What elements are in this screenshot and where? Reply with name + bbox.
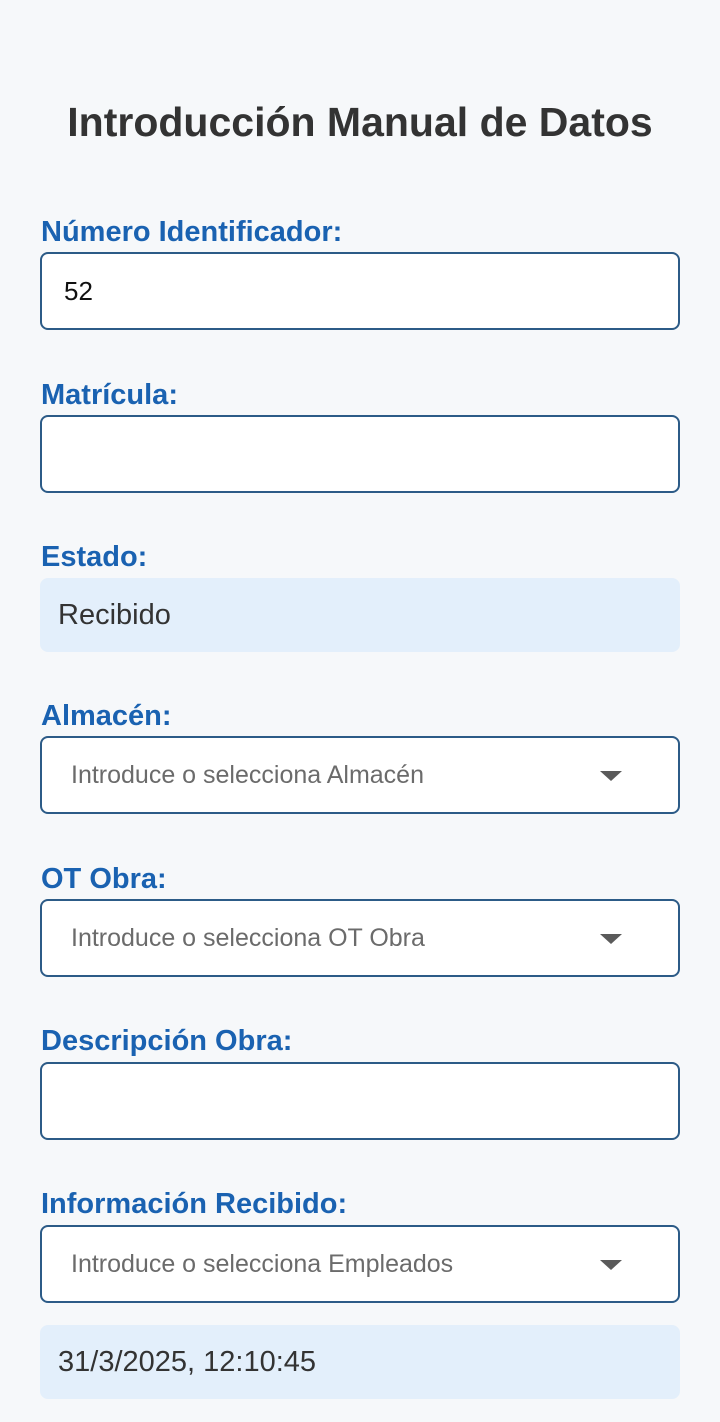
matricula-label: Matrícula: (41, 379, 178, 411)
caret-down-icon[interactable] (600, 1260, 622, 1270)
ot-obra-placeholder: Introduce o selecciona OT Obra (71, 923, 425, 952)
caret-down-icon[interactable] (600, 771, 622, 781)
estado-value: Recibido (40, 578, 680, 652)
ot-obra-label: OT Obra: (41, 863, 167, 895)
descripcion-obra-input[interactable] (40, 1062, 680, 1140)
numero-identificador-label: Número Identificador: (41, 216, 343, 248)
descripcion-obra-label: Descripción Obra: (41, 1025, 293, 1057)
almacen-combobox[interactable]: Introduce o selecciona Almacén (40, 736, 680, 814)
almacen-label: Almacén: (41, 700, 172, 732)
informacion-recibido-label: Información Recibido: (41, 1188, 348, 1220)
matricula-input[interactable] (40, 415, 680, 493)
recibido-timestamp: 31/3/2025, 12:10:45 (40, 1325, 680, 1399)
almacen-placeholder: Introduce o selecciona Almacén (71, 760, 424, 789)
empleados-placeholder: Introduce o selecciona Empleados (71, 1249, 454, 1278)
caret-down-icon[interactable] (600, 934, 622, 944)
numero-identificador-input[interactable] (40, 252, 680, 330)
empleados-combobox[interactable]: Introduce o selecciona Empleados (40, 1225, 680, 1303)
ot-obra-combobox[interactable]: Introduce o selecciona OT Obra (40, 899, 680, 977)
estado-label: Estado: (41, 541, 148, 573)
page-title: Introducción Manual de Datos (67, 99, 653, 145)
